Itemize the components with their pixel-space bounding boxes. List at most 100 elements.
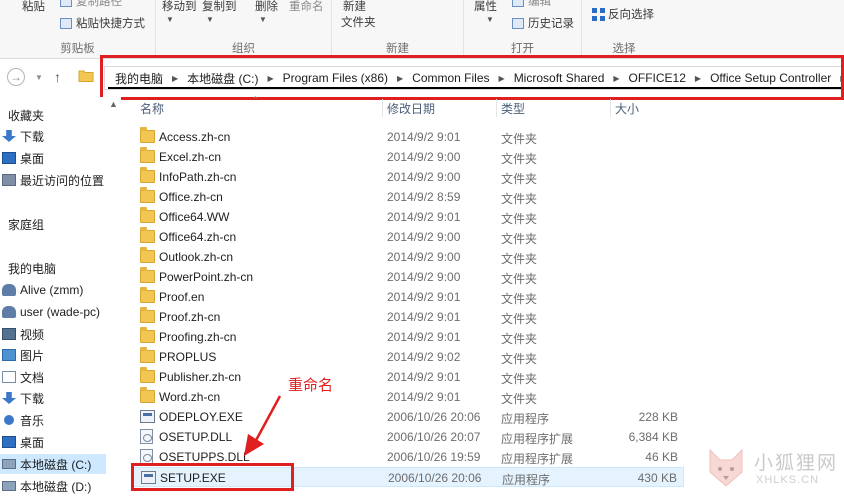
file-row[interactable]: Proof.en 2014/9/2 9:01 文件夹	[132, 287, 684, 307]
file-date: 2014/9/2 9:01	[387, 390, 461, 404]
sidebar-item-label: 文档	[20, 370, 45, 385]
rename-button[interactable]: 重命名	[289, 0, 324, 14]
file-row[interactable]: Proof.zh-cn 2014/9/2 9:01 文件夹	[132, 307, 684, 327]
sidebar-item-label: 本地磁盘 (C:)	[20, 457, 92, 472]
sidebar-item-desktop-2[interactable]: 桌面	[0, 432, 44, 452]
file-name: Office64.WW	[159, 210, 230, 224]
new-folder-button-line2[interactable]: 文件夹	[341, 14, 376, 30]
sidebar-item-downloads[interactable]: 下载	[0, 126, 44, 146]
file-row[interactable]: OSETUP.DLL 2006/10/26 20:07 应用程序扩展 6,384 KB	[132, 427, 684, 447]
drive-icon	[2, 481, 16, 491]
sidebar-item-label: 下载	[20, 129, 45, 144]
sidebar-item-favorites[interactable]: 收藏夹	[0, 105, 44, 125]
file-row[interactable]: Outlook.zh-cn 2014/9/2 9:00 文件夹	[132, 247, 684, 267]
file-row[interactable]: PROPLUS 2014/9/2 9:02 文件夹	[132, 347, 684, 367]
new-folder-button[interactable]: 新建	[343, 0, 366, 14]
sidebar-item-my-computer[interactable]: 我的电脑	[0, 258, 56, 278]
file-row[interactable]: ODEPLOY.EXE 2006/10/26 20:06 应用程序 228 KB	[132, 407, 684, 427]
up-arrow-icon[interactable]: ↑	[54, 69, 61, 85]
sidebar-item-user-wade-pc[interactable]: user (wade-pc)	[0, 302, 100, 322]
column-header-name[interactable]: 名称	[140, 97, 164, 119]
file-date: 2014/9/2 9:00	[387, 270, 461, 284]
folder-icon	[140, 127, 155, 143]
file-date: 2014/9/2 9:00	[387, 170, 461, 184]
copy-to-dropdown-icon[interactable]: ▼	[204, 13, 214, 25]
sidebar-item-downloads-2[interactable]: 下载	[0, 388, 44, 408]
copy-to-button[interactable]: 复制到	[202, 0, 237, 14]
clipboard-group-name: 剪贴板	[60, 43, 95, 55]
column-header-date[interactable]: 修改日期	[387, 97, 435, 119]
file-row[interactable]: InfoPath.zh-cn 2014/9/2 9:00 文件夹	[132, 167, 684, 187]
sidebar-item-desktop[interactable]: 桌面	[0, 148, 44, 168]
drive-icon	[2, 459, 16, 469]
file-row[interactable]: Word.zh-cn 2014/9/2 9:01 文件夹	[132, 387, 684, 407]
file-row[interactable]: Excel.zh-cn 2014/9/2 9:00 文件夹	[132, 147, 684, 167]
delete-button[interactable]: 删除	[255, 0, 278, 14]
file-size: 6,384 KB	[628, 430, 678, 444]
folder-icon	[140, 207, 155, 223]
file-row[interactable]: Office.zh-cn 2014/9/2 8:59 文件夹	[132, 187, 684, 207]
download-icon	[2, 130, 16, 142]
column-divider[interactable]	[382, 99, 383, 117]
sidebar-item-videos[interactable]: 视频	[0, 324, 44, 344]
sidebar-item-pictures[interactable]: 图片	[0, 345, 44, 365]
delete-dropdown-icon[interactable]: ▼	[257, 13, 267, 25]
sidebar-item-homegroup[interactable]: 家庭组	[0, 214, 44, 234]
folder-icon	[140, 247, 155, 263]
properties-button[interactable]: 属性	[474, 0, 497, 14]
invert-selection-button[interactable]: 反向选择	[592, 6, 654, 22]
file-type: 文件夹	[501, 312, 538, 326]
file-date: 2014/9/2 9:01	[387, 370, 461, 384]
move-to-dropdown-icon[interactable]: ▼	[164, 13, 174, 25]
file-row[interactable]: Office64.zh-cn 2014/9/2 9:00 文件夹	[132, 227, 684, 247]
sidebar-item-recent-places[interactable]: 最近访问的位置	[0, 170, 104, 190]
properties-dropdown-icon[interactable]: ▼	[484, 13, 494, 25]
file-name: OSETUPPS.DLL	[159, 450, 250, 464]
column-divider[interactable]	[610, 99, 611, 117]
file-row[interactable]: Publisher.zh-cn 2014/9/2 9:01 文件夹	[132, 367, 684, 387]
file-row[interactable]: Office64.WW 2014/9/2 9:01 文件夹	[132, 207, 684, 227]
file-type: 应用程序扩展	[501, 432, 574, 446]
user-icon	[2, 306, 16, 318]
copy-path-button[interactable]: 复制路径	[60, 0, 122, 9]
navigation-pane: 收藏夹 下载 桌面 最近访问的位置 家庭组 我的电脑 Alive (zmm) u…	[0, 97, 121, 496]
file-name: OSETUP.DLL	[159, 430, 233, 444]
collapse-chevron-icon[interactable]: ⌃	[252, 95, 259, 104]
desktop-icon	[2, 436, 16, 448]
history-button[interactable]: 历史记录	[512, 15, 574, 31]
exe-icon	[140, 410, 155, 423]
folder-icon	[140, 387, 155, 403]
file-row[interactable]: PowerPoint.zh-cn 2014/9/2 9:00 文件夹	[132, 267, 684, 287]
user-icon	[2, 284, 16, 296]
recent-places-icon	[2, 174, 16, 186]
address-highlight-box	[100, 55, 844, 100]
sidebar-item-local-disk-d[interactable]: 本地磁盘 (D:)	[0, 476, 91, 496]
column-divider[interactable]	[496, 99, 497, 117]
file-date: 2014/9/2 9:01	[387, 130, 461, 144]
sidebar-item-music[interactable]: 音乐	[0, 410, 44, 430]
file-type: 应用程序扩展	[501, 452, 574, 466]
column-header-type[interactable]: 类型	[501, 97, 525, 119]
sidebar-item-alive-zmm[interactable]: Alive (zmm)	[0, 280, 83, 300]
back-arrow-icon[interactable]: →	[7, 68, 25, 86]
scroll-up-arrow-icon[interactable]: ▲	[109, 99, 118, 109]
sidebar-scrollbar[interactable]: ▲	[106, 97, 121, 496]
paste-shortcut-button[interactable]: 粘贴快捷方式	[60, 15, 145, 31]
music-icon	[4, 415, 14, 425]
file-row[interactable]: Proofing.zh-cn 2014/9/2 9:01 文件夹	[132, 327, 684, 347]
history-label: 历史记录	[528, 18, 574, 30]
file-date: 2014/9/2 9:01	[387, 210, 461, 224]
sidebar-item-local-disk-c[interactable]: 本地磁盘 (C:)	[0, 454, 106, 474]
edit-button[interactable]: 编辑	[512, 0, 551, 9]
recent-locations-chevron-icon[interactable]: ▼	[35, 73, 43, 82]
sidebar-item-label: 音乐	[20, 413, 45, 428]
folder-icon	[140, 267, 155, 283]
file-name: Office64.zh-cn	[159, 230, 237, 244]
file-date: 2014/9/2 8:59	[387, 190, 461, 204]
file-row[interactable]: Access.zh-cn 2014/9/2 9:01 文件夹	[132, 127, 684, 147]
sidebar-item-documents[interactable]: 文档	[0, 367, 44, 387]
paste-button[interactable]: 粘贴	[22, 0, 45, 14]
column-header-size[interactable]: 大小	[615, 97, 639, 119]
sidebar-item-label: Alive (zmm)	[20, 283, 84, 297]
move-to-button[interactable]: 移动到	[162, 0, 197, 14]
